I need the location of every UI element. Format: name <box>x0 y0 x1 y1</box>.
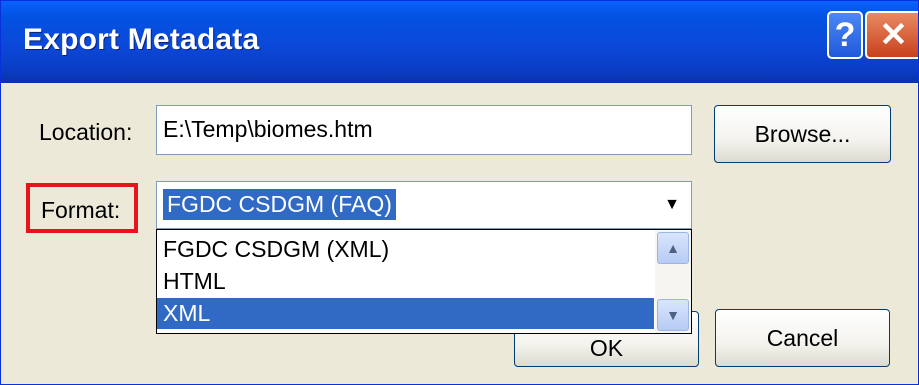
close-button[interactable]: ✕ <box>865 11 918 59</box>
dropdown-scrollbar[interactable]: ▲ ▼ <box>655 230 691 333</box>
format-option-xml[interactable]: XML <box>157 298 654 329</box>
location-input[interactable]: E:\Temp\biomes.htm <box>156 105 692 155</box>
format-label: Format: <box>41 197 121 223</box>
dropdown-arrow-icon[interactable]: ▼ <box>655 184 689 226</box>
question-icon: ? <box>834 15 856 54</box>
title-bar: Export Metadata ? ✕ <box>1 1 918 83</box>
dialog-title: Export Metadata <box>23 23 260 56</box>
browse-button[interactable]: Browse... <box>714 105 891 163</box>
format-dropdown-list: FGDC CSDGM (XML) HTML XML ▲ ▼ <box>156 229 692 334</box>
export-metadata-dialog: Export Metadata ? ✕ Location: E:\Temp\bi… <box>0 0 919 385</box>
format-select[interactable]: FGDC CSDGM (FAQ) ▼ <box>156 181 692 229</box>
scroll-up-icon[interactable]: ▲ <box>657 232 689 264</box>
format-option-fgdc-xml[interactable]: FGDC CSDGM (XML) <box>157 234 654 265</box>
help-button[interactable]: ? <box>827 11 863 59</box>
location-label: Location: <box>39 119 133 145</box>
close-icon: ✕ <box>879 16 908 54</box>
cancel-button[interactable]: Cancel <box>715 309 890 367</box>
format-selected-value: FGDC CSDGM (FAQ) <box>162 188 397 221</box>
format-option-html[interactable]: HTML <box>157 266 654 297</box>
scroll-down-icon[interactable]: ▼ <box>657 299 689 331</box>
